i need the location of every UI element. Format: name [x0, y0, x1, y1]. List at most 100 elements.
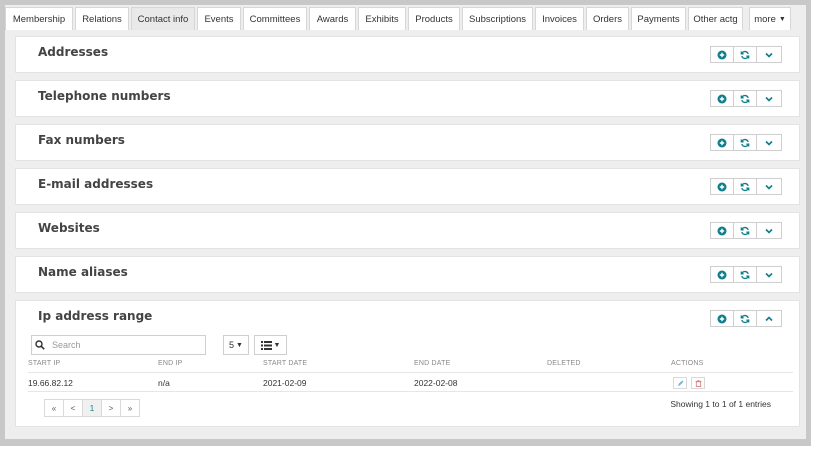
add-button[interactable] [710, 178, 734, 195]
chevron-down-icon [765, 52, 773, 58]
page-size-value: 5 [229, 340, 235, 350]
section-title: Telephone numbers [38, 89, 171, 103]
section-toolbar [710, 46, 782, 63]
refresh-button[interactable] [733, 266, 757, 283]
expand-button[interactable] [756, 90, 782, 107]
first-page-button[interactable]: « [44, 399, 64, 417]
chevron-up-icon [765, 315, 773, 321]
entries-info: Showing 1 to 1 of 1 entries [670, 399, 771, 409]
tab-bar: Membership Relations Contact info Events… [5, 5, 806, 30]
refresh-icon [740, 50, 750, 59]
chevron-down-icon [765, 228, 773, 234]
caret-down-icon: ▼ [236, 341, 243, 349]
refresh-icon [740, 270, 750, 279]
column-header-end-date[interactable]: END DATE [414, 360, 450, 367]
trash-icon [695, 379, 701, 387]
column-header-actions: ACTIONS [671, 360, 704, 367]
tab-awards[interactable]: Awards [309, 7, 356, 30]
section-toolbar [710, 222, 782, 239]
search-field [31, 335, 206, 355]
add-button[interactable] [710, 90, 734, 107]
add-button[interactable] [710, 222, 734, 239]
delete-button[interactable] [691, 377, 705, 389]
expand-button[interactable] [756, 266, 782, 283]
search-icon [32, 340, 48, 350]
section-addresses: Addresses [15, 36, 800, 73]
expand-button[interactable] [756, 178, 782, 195]
section-title: Fax numbers [38, 133, 125, 147]
tab-more-label: more [754, 13, 776, 25]
column-header-deleted[interactable]: DELETED [547, 360, 581, 367]
prev-page-button[interactable]: < [63, 399, 83, 417]
plus-circle-icon [717, 314, 727, 323]
tab-exhibits[interactable]: Exhibits [358, 7, 406, 30]
add-button[interactable] [710, 46, 734, 63]
column-header-start-ip[interactable]: START IP [28, 360, 60, 367]
collapse-button[interactable] [756, 310, 782, 327]
pencil-icon [677, 380, 683, 386]
tab-events[interactable]: Events [197, 7, 241, 30]
plus-circle-icon [717, 138, 727, 147]
tab-payments[interactable]: Payments [631, 7, 686, 30]
refresh-icon [740, 314, 750, 323]
refresh-icon [740, 226, 750, 235]
tab-orders[interactable]: Orders [586, 7, 629, 30]
refresh-button[interactable] [733, 134, 757, 151]
tab-more[interactable]: more ▼ [749, 7, 791, 30]
section-title: Ip address range [38, 309, 153, 323]
refresh-icon [740, 182, 750, 191]
caret-down-icon: ▼ [778, 15, 786, 23]
tab-committees[interactable]: Committees [243, 7, 307, 30]
section-title: Websites [38, 221, 100, 235]
tab-invoices[interactable]: Invoices [535, 7, 584, 30]
section-title: Name aliases [38, 265, 128, 279]
search-input[interactable] [48, 340, 198, 350]
section-toolbar [710, 266, 782, 283]
section-fax-numbers: Fax numbers [15, 124, 800, 161]
refresh-button[interactable] [733, 178, 757, 195]
tab-membership[interactable]: Membership [5, 7, 73, 30]
section-telephone-numbers: Telephone numbers [15, 80, 800, 117]
section-email-addresses: E-mail addresses [15, 168, 800, 205]
column-header-start-date[interactable]: START DATE [263, 360, 307, 367]
refresh-button[interactable] [733, 90, 757, 107]
expand-button[interactable] [756, 46, 782, 63]
plus-circle-icon [717, 270, 727, 279]
add-button[interactable] [710, 310, 734, 327]
section-name-aliases: Name aliases [15, 256, 800, 293]
add-button[interactable] [710, 266, 734, 283]
column-header-end-ip[interactable]: END IP [158, 360, 183, 367]
tab-contact-info[interactable]: Contact info [131, 7, 195, 30]
tab-products[interactable]: Products [408, 7, 460, 30]
section-toolbar [710, 134, 782, 151]
plus-circle-icon [717, 50, 727, 59]
refresh-icon [740, 138, 750, 147]
edit-button[interactable] [673, 377, 687, 389]
caret-down-icon: ▼ [273, 341, 281, 349]
columns-toggle-button[interactable]: ▼ [254, 335, 287, 355]
section-toolbar [710, 90, 782, 107]
content-area: Membership Relations Contact info Events… [5, 5, 806, 439]
tab-subscriptions[interactable]: Subscriptions [462, 7, 533, 30]
add-button[interactable] [710, 134, 734, 151]
refresh-button[interactable] [733, 46, 757, 63]
cell-start-date: 2021-02-09 [263, 378, 307, 388]
plus-circle-icon [717, 94, 727, 103]
last-page-button[interactable]: » [120, 399, 140, 417]
chevron-down-icon [765, 96, 773, 102]
page-size-select[interactable]: 5 ▼ [223, 335, 249, 355]
section-ip-address-range: Ip address range 5▼ ▼ START IP END IP ST… [15, 300, 800, 427]
refresh-button[interactable] [733, 310, 757, 327]
refresh-button[interactable] [733, 222, 757, 239]
chevron-down-icon [765, 140, 773, 146]
expand-button[interactable] [756, 222, 782, 239]
refresh-icon [740, 94, 750, 103]
cell-start-ip: 19.66.82.12 [28, 378, 73, 388]
page-1-button[interactable]: 1 [82, 399, 102, 417]
chevron-down-icon [765, 272, 773, 278]
cell-end-ip: n/a [158, 378, 170, 388]
expand-button[interactable] [756, 134, 782, 151]
tab-other-actg[interactable]: Other actg [688, 7, 743, 30]
next-page-button[interactable]: > [101, 399, 121, 417]
tab-relations[interactable]: Relations [75, 7, 129, 30]
